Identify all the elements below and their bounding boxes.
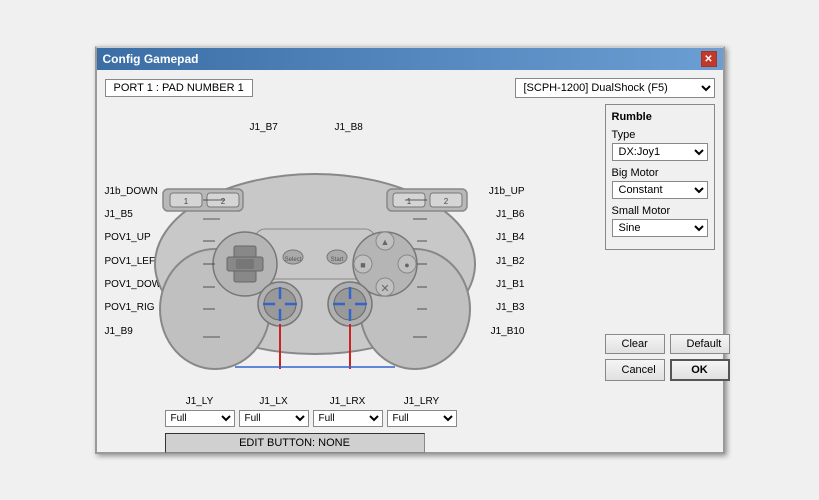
top-bar: PORT 1 : PAD NUMBER 1 [SCPH-1200] DualSh…	[105, 78, 715, 98]
type-label: Type	[612, 129, 708, 141]
gamepad-area: J1b_DOWN J1_B5 POV1_UP POV1_LEF POV1_DOW…	[105, 104, 597, 444]
cancel-button[interactable]: Cancel	[605, 359, 665, 381]
small-motor-label: Small Motor	[612, 205, 708, 217]
default-button[interactable]: Default	[670, 334, 730, 354]
btn-label-j1-b1: J1_B1	[496, 279, 524, 290]
device-select[interactable]: [SCPH-1200] DualShock (F5)	[515, 78, 715, 98]
row1-buttons: Clear Default	[605, 334, 715, 354]
device-select-wrapper: [SCPH-1200] DualShock (F5)	[515, 78, 715, 98]
rumble-type-select[interactable]: DX:Joy1	[612, 143, 708, 161]
axis-dropdown-j1lry[interactable]: Full	[387, 410, 457, 427]
port-label: PORT 1 : PAD NUMBER 1	[105, 79, 253, 97]
svg-text:2: 2	[443, 197, 448, 206]
small-motor-select[interactable]: Sine	[612, 219, 708, 237]
btn-label-j1-b3: J1_B3	[496, 302, 524, 313]
big-motor-label: Big Motor	[612, 167, 708, 179]
main-content: PORT 1 : PAD NUMBER 1 [SCPH-1200] DualSh…	[97, 70, 723, 452]
btn-label-j1-b4: J1_B4	[496, 232, 524, 243]
axis-label-j1lx: J1_LX	[239, 396, 309, 407]
close-button[interactable]: ✕	[701, 51, 717, 67]
axis-label-j1ly: J1_LY	[165, 396, 235, 407]
svg-text:Start: Start	[330, 257, 343, 263]
axis-labels-row: J1_LY J1_LX J1_LRX J1_LRY	[105, 396, 597, 407]
axis-label-j1lry: J1_LRY	[387, 396, 457, 407]
ok-button[interactable]: OK	[670, 359, 730, 381]
gamepad-svg: 1 2 1 2	[135, 109, 495, 379]
axis-dropdowns-row: Full Full Full Full	[105, 410, 597, 427]
row2-buttons: Cancel OK	[605, 359, 715, 381]
svg-text:Select: Select	[284, 257, 301, 263]
svg-text:✕: ✕	[380, 283, 389, 295]
rumble-title: Rumble	[612, 111, 708, 123]
axis-label-j1lrx: J1_LRX	[313, 396, 383, 407]
right-panel: Rumble Type DX:Joy1 Big Motor Constant S…	[605, 104, 715, 444]
svg-text:●: ●	[404, 260, 409, 270]
config-gamepad-window: Config Gamepad ✕ PORT 1 : PAD NUMBER 1 […	[95, 46, 725, 454]
axis-dropdown-j1lx[interactable]: Full	[239, 410, 309, 427]
btn-label-j1-b2: J1_B2	[496, 256, 524, 267]
clear-button[interactable]: Clear	[605, 334, 665, 354]
axis-dropdown-j1lrx[interactable]: Full	[313, 410, 383, 427]
main-area: J1b_DOWN J1_B5 POV1_UP POV1_LEF POV1_DOW…	[105, 104, 715, 444]
window-title: Config Gamepad	[103, 52, 199, 66]
svg-text:2: 2	[220, 197, 225, 206]
axis-dropdown-j1ly[interactable]: Full	[165, 410, 235, 427]
btn-label-j1-b6: J1_B6	[496, 209, 524, 220]
svg-text:1: 1	[406, 197, 411, 206]
btn-label-j1-b10: J1_B10	[491, 326, 525, 337]
svg-text:■: ■	[360, 260, 365, 270]
action-buttons-area: Clear Default Cancel OK	[605, 334, 715, 381]
big-motor-select[interactable]: Constant	[612, 181, 708, 199]
btn-label-j1-b9: J1_B9	[105, 326, 133, 337]
edit-button-bar: EDIT BUTTON: NONE	[165, 433, 425, 453]
svg-text:1: 1	[183, 197, 188, 206]
btn-label-j1-b5: J1_B5	[105, 209, 133, 220]
svg-text:▲: ▲	[380, 237, 389, 247]
rumble-box: Rumble Type DX:Joy1 Big Motor Constant S…	[605, 104, 715, 250]
title-bar: Config Gamepad ✕	[97, 48, 723, 70]
